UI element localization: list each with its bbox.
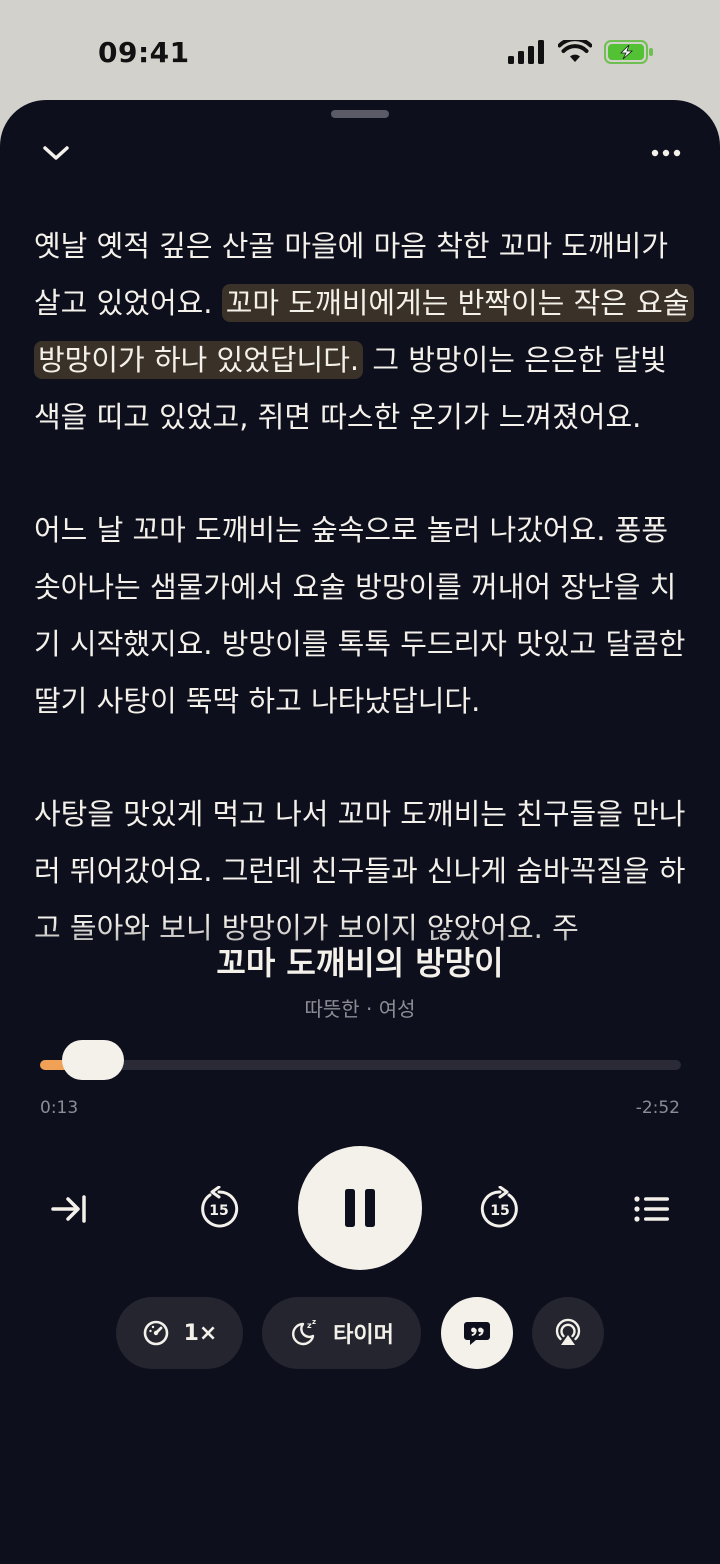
speedometer-icon [143, 1320, 168, 1346]
pause-button[interactable] [298, 1146, 422, 1270]
pause-icon [345, 1189, 375, 1227]
story-paragraph: 사탕을 맛있게 먹고 나서 꼬마 도깨비는 친구들을 만나러 뛰어갔어요. 그런… [34, 786, 696, 957]
status-time: 09:41 [98, 36, 190, 69]
story-paragraph: 옛날 옛적 깊은 산골 마을에 마음 착한 꼬마 도깨비가 살고 있었어요. 꼬… [34, 218, 696, 446]
forward-15-button[interactable]: 15 [477, 1186, 523, 1232]
playlist-button[interactable] [630, 1186, 674, 1232]
rewind-15-icon: 15 [201, 1186, 239, 1228]
battery-charging-icon [604, 40, 653, 64]
story-text-segment: 사탕을 맛있게 먹고 나서 꼬마 도깨비는 친구들을 만나러 뛰어갔어요. 그런… [34, 797, 686, 945]
story-title: 꼬마 도깨비의 방망이 [216, 944, 504, 982]
elapsed-time: 0:13 [40, 1098, 79, 1118]
status-bar: 09:41 [0, 0, 720, 104]
rewind-15-button[interactable]: 15 [196, 1186, 242, 1232]
story-subtitle: 따뜻한 · 여성 [304, 997, 416, 1021]
wifi-icon [558, 40, 592, 62]
forward-15-label: 15 [490, 1203, 509, 1219]
collapse-button[interactable] [36, 138, 76, 168]
chevron-down-icon [43, 146, 69, 160]
speed-label: 1× [183, 1320, 218, 1346]
progress-track[interactable] [40, 1040, 681, 1080]
skip-to-end-button[interactable] [46, 1186, 92, 1232]
playlist-icon [634, 1196, 669, 1222]
more-dots-icon [651, 149, 681, 157]
rewind-15-label: 15 [209, 1203, 228, 1219]
svg-text:z: z [312, 1318, 316, 1326]
story-text: 옛날 옛적 깊은 산골 마을에 마음 착한 꼬마 도깨비가 살고 있었어요. 꼬… [34, 218, 696, 1008]
status-icons [508, 40, 654, 64]
timer-label: 타이머 [333, 1323, 394, 1348]
skip-to-end-icon [51, 1195, 86, 1223]
moon-sleep-icon: z z [292, 1318, 316, 1346]
airplay-button[interactable] [532, 1297, 604, 1369]
cellular-signal-icon [508, 40, 544, 64]
sheet-grabber[interactable] [331, 110, 389, 118]
captions-button[interactable] [441, 1297, 513, 1369]
sleep-timer-button[interactable]: z z 타이머 [262, 1297, 421, 1369]
remaining-time: -2:52 [635, 1098, 680, 1118]
forward-15-icon: 15 [480, 1186, 518, 1228]
airplay-icon [555, 1318, 581, 1345]
speed-button[interactable]: 1× [116, 1297, 243, 1369]
more-options-button[interactable] [646, 138, 686, 168]
quote-bubble-icon [464, 1322, 490, 1345]
story-paragraph: 어느 날 꼬마 도깨비는 숲속으로 놀러 나갔어요. 퐁퐁 솟아나는 샘물가에서… [34, 502, 696, 730]
progress-thumb[interactable] [61, 1040, 124, 1080]
story-text-segment: 어느 날 꼬마 도깨비는 숲속으로 놀러 나갔어요. 퐁퐁 솟아나는 샘물가에서… [34, 513, 686, 718]
